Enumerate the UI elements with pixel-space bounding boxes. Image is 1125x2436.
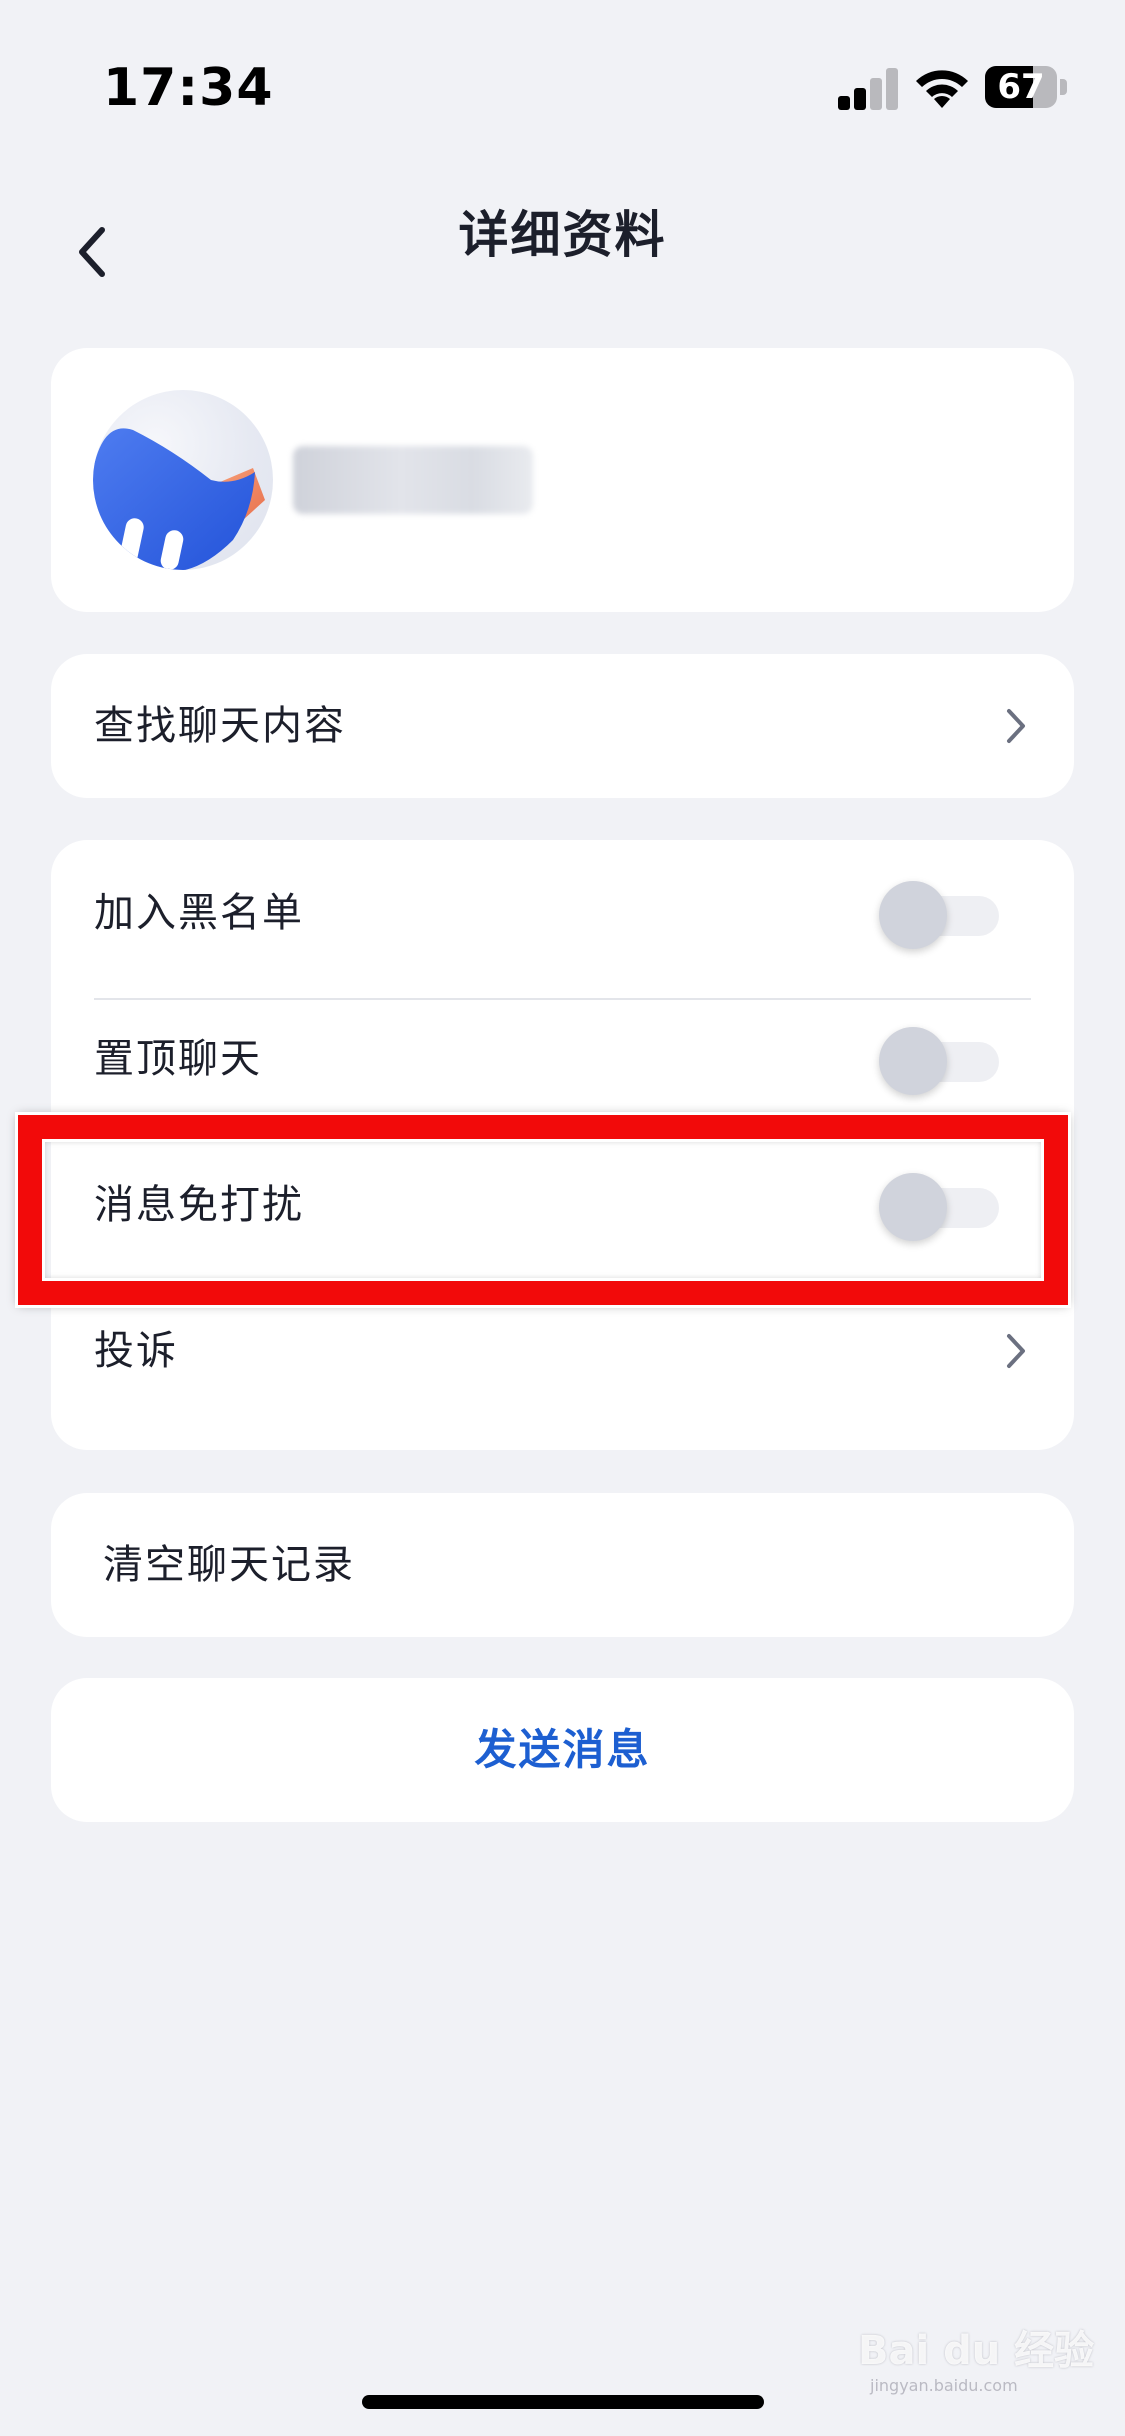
mute-notifications-label: 消息免打扰 xyxy=(94,1182,304,1228)
watermark-url: jingyan.baidu.com xyxy=(870,2376,1018,2395)
watermark-logo: Bai du 经验 xyxy=(858,2328,1095,2374)
nav-bar: 详细资料 xyxy=(0,180,1125,320)
battery-icon: 67 xyxy=(985,66,1067,108)
home-indicator[interactable] xyxy=(362,2395,764,2409)
avatar[interactable] xyxy=(93,390,273,570)
mute-notifications-toggle[interactable] xyxy=(879,1173,999,1241)
blacklist-row: 加入黑名单 xyxy=(51,840,1074,986)
chevron-right-icon xyxy=(1007,709,1025,743)
back-button[interactable] xyxy=(60,200,130,300)
mute-notifications-row: 消息免打扰 xyxy=(51,1132,1074,1278)
signal-icon xyxy=(838,66,900,110)
pin-chat-toggle[interactable] xyxy=(879,1027,999,1095)
search-chat-content-item[interactable]: 查找聊天内容 xyxy=(51,654,1074,798)
pin-chat-row: 置顶聊天 xyxy=(51,986,1074,1132)
blacklist-label: 加入黑名单 xyxy=(94,890,304,936)
page-title: 详细资料 xyxy=(458,206,667,264)
chevron-right-icon xyxy=(1007,1334,1025,1368)
search-chat-content-label: 查找聊天内容 xyxy=(94,703,346,749)
wifi-icon xyxy=(916,70,968,108)
profile-card[interactable] xyxy=(51,348,1074,612)
report-row[interactable]: 投诉 xyxy=(51,1278,1074,1424)
send-message-label: 发送消息 xyxy=(474,1725,651,1774)
status-time: 17:34 xyxy=(103,58,274,118)
blacklist-toggle[interactable] xyxy=(879,881,999,949)
clear-chat-history-label: 清空聊天记录 xyxy=(103,1542,355,1588)
avatar-image xyxy=(93,428,265,570)
chevron-left-icon xyxy=(79,227,105,277)
send-message-button[interactable]: 发送消息 xyxy=(51,1678,1074,1822)
pin-chat-label: 置顶聊天 xyxy=(94,1036,262,1082)
status-bar: 17:34 67 xyxy=(0,0,1125,180)
nickname-blurred xyxy=(293,446,533,514)
settings-card: 加入黑名单 置顶聊天 消息免打扰 投诉 xyxy=(51,840,1074,1450)
report-label: 投诉 xyxy=(94,1328,178,1374)
battery-level: 67 xyxy=(997,67,1045,107)
clear-chat-history-button[interactable]: 清空聊天记录 xyxy=(51,1493,1074,1637)
